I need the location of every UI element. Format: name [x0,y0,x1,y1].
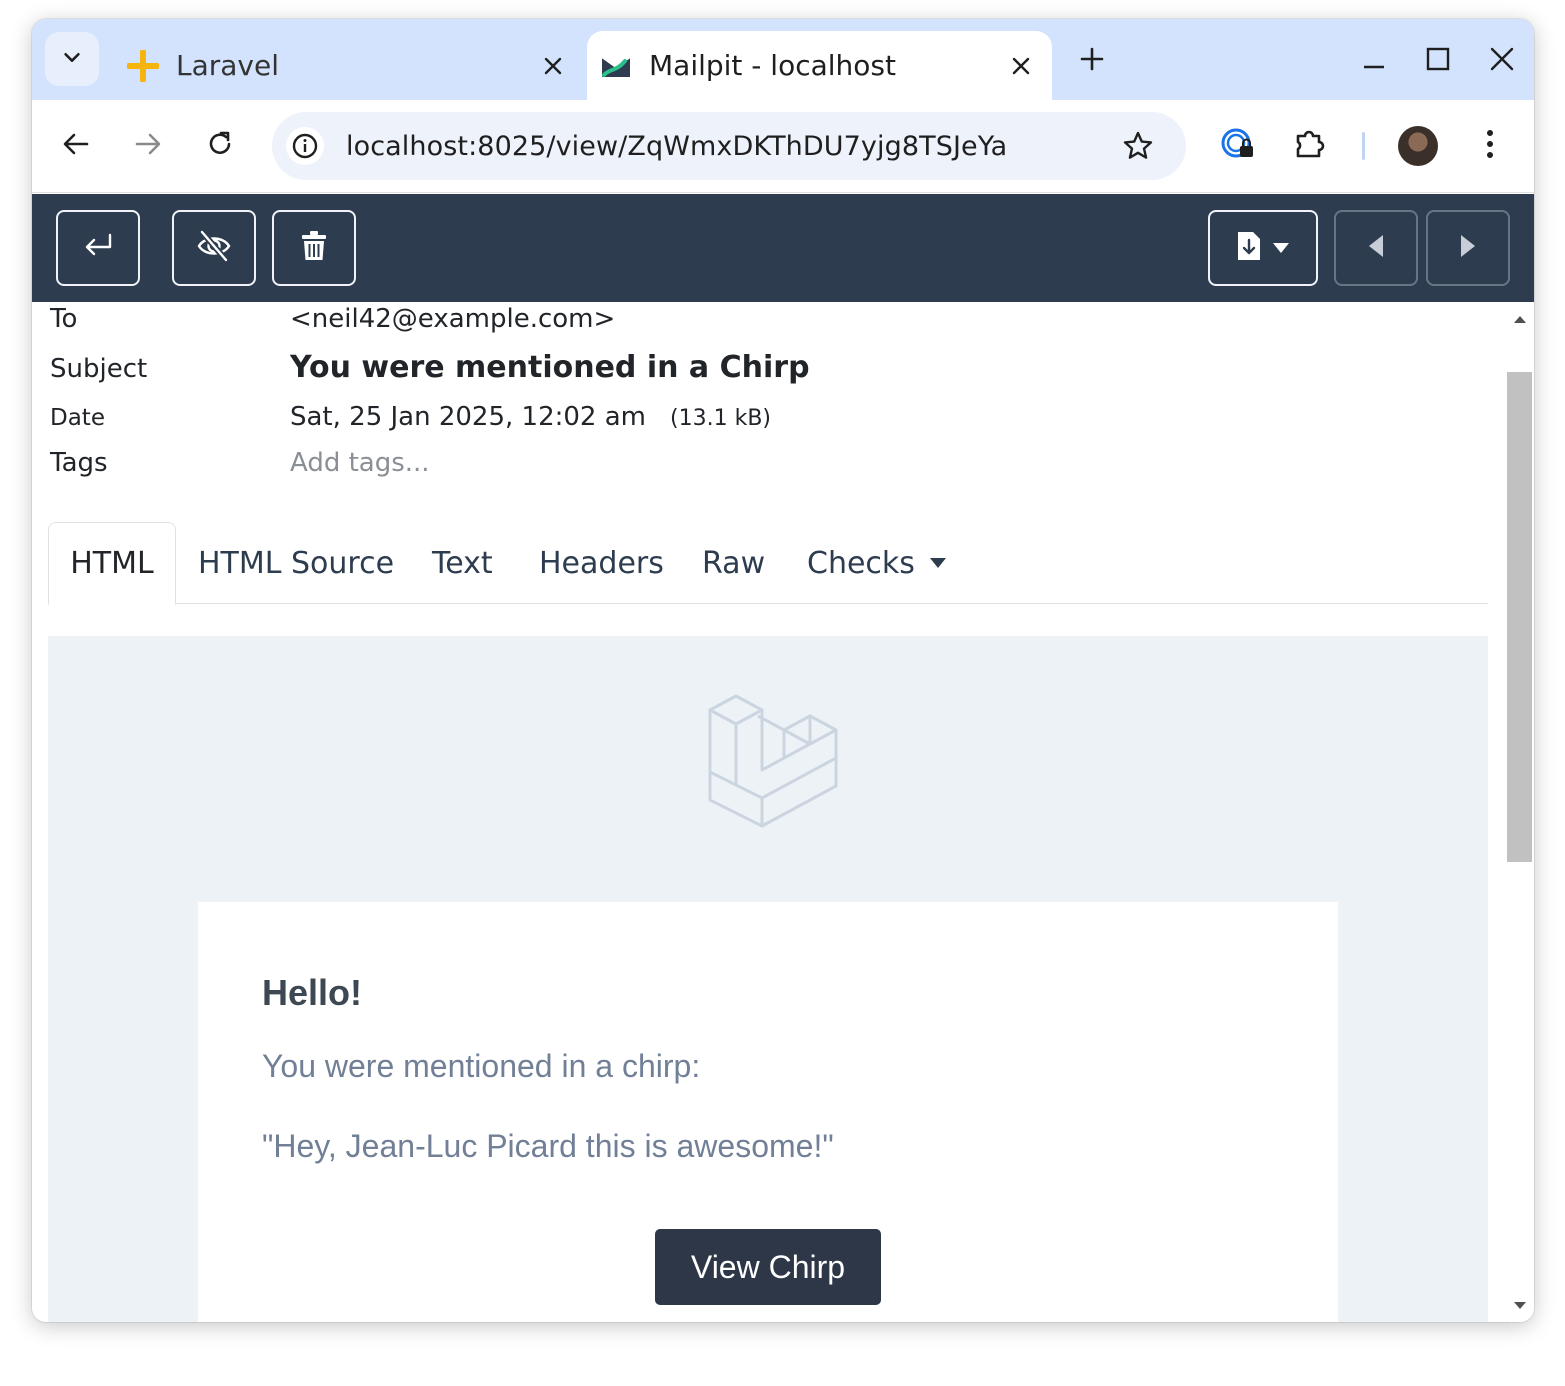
subject-label: Subject [50,354,148,384]
maximize-button[interactable] [1418,41,1458,81]
caret-down-icon [929,557,947,569]
profile-avatar[interactable] [1398,126,1438,166]
to-label: To [50,304,78,334]
arrow-right-icon [134,130,162,162]
tab-checks-label: Checks [807,545,915,581]
date-row: Date Sat, 25 Jan 2025, 12:02 am (13.1 kB… [50,402,1450,432]
more-vertical-icon [1485,128,1495,164]
subject-row: Subject You were mentioned in a Chirp [50,350,1450,385]
email-html-preview: Hello! You were mentioned in a chirp: "H… [48,636,1488,1322]
email-line-1: You were mentioned in a chirp: [262,1048,701,1084]
minimize-button[interactable] [1354,41,1394,81]
puzzle-icon [1293,127,1327,165]
forward-button[interactable] [128,126,168,166]
reload-icon [206,130,234,162]
message-view: To <neil42@example.com> Subject You were… [32,302,1505,1322]
caret-right-icon [1460,234,1476,262]
scrollbar-thumb[interactable] [1507,372,1532,862]
email-greeting: Hello! [262,972,363,1013]
caret-down-icon [1272,239,1290,258]
back-button[interactable] [56,126,96,166]
reload-button[interactable] [200,126,240,166]
mailpit-toolbar [32,194,1534,302]
tab-text[interactable]: Text [432,522,493,604]
tab-html-source[interactable]: HTML Source [198,522,394,604]
view-tabs: HTML HTML Source Text Headers Raw Checks [48,522,1488,605]
close-icon [1490,47,1514,75]
tab-search-button[interactable] [45,32,99,86]
previous-message-button[interactable] [1334,210,1418,286]
browser-toolbar: localhost:8025/view/ZqWmxDKThDU7yjg8TSJe… [32,100,1534,193]
password-manager-button[interactable] [1218,126,1258,166]
to-address[interactable]: <neil42@example.com> [290,304,615,334]
password-lock-icon [1220,126,1256,166]
browser-menu-button[interactable] [1470,126,1510,166]
email-card: Hello! You were mentioned in a chirp: "H… [198,902,1338,1322]
bookmark-star-icon[interactable] [1118,126,1158,166]
close-window-button[interactable] [1482,41,1522,81]
tab-mailpit[interactable]: Mailpit - localhost [587,31,1052,100]
mark-unread-button[interactable] [172,210,256,286]
view-chirp-button[interactable]: View Chirp [655,1229,881,1305]
toolbar-divider [1362,132,1365,160]
return-arrow-icon [81,229,115,267]
trash-icon [300,230,328,266]
laravel-logo-icon [708,694,840,832]
close-icon[interactable] [536,49,570,83]
tab-raw[interactable]: Raw [702,522,765,604]
tab-checks[interactable]: Checks [807,522,947,604]
tab-headers[interactable]: Headers [539,522,664,604]
minimize-icon [1362,47,1386,75]
tags-input[interactable]: Add tags... [290,448,430,478]
delete-button[interactable] [272,210,356,286]
arrow-left-icon [62,130,90,162]
back-to-inbox-button[interactable] [56,210,140,286]
tags-row: Tags Add tags... [50,448,1450,478]
tab-html[interactable]: HTML [48,522,176,605]
mailpit-icon [599,49,633,83]
maximize-icon [1426,47,1450,75]
download-dropdown-button[interactable] [1208,210,1318,286]
to-row: To <neil42@example.com> [50,304,1450,334]
site-info-icon[interactable] [286,127,324,165]
extensions-button[interactable] [1290,126,1330,166]
scroll-down-icon[interactable] [1511,1298,1529,1312]
scroll-up-icon[interactable] [1511,312,1529,326]
browser-window: Laravel Mailpit - localhost localhost:80… [32,19,1534,1322]
sparkle-icon [126,49,160,83]
email-line-2: "Hey, Jean-Luc Picard this is awesome!" [262,1128,834,1164]
tab-strip: Laravel Mailpit - localhost [32,19,1534,100]
date-value: Sat, 25 Jan 2025, 12:02 am [290,402,647,432]
date-label: Date [50,405,105,431]
file-download-icon [1236,229,1262,267]
next-message-button[interactable] [1426,210,1510,286]
subject-value: You were mentioned in a Chirp [290,350,810,385]
scrollbar[interactable] [1505,302,1534,1322]
plus-icon [1080,47,1104,75]
tags-label: Tags [50,448,108,478]
message-size: (13.1 kB) [670,406,771,431]
tab-laravel[interactable]: Laravel [114,31,584,100]
new-tab-button[interactable] [1072,41,1112,81]
chevron-down-icon [61,46,83,72]
close-icon[interactable] [1004,49,1038,83]
tab-title: Mailpit - localhost [649,49,896,82]
url-text[interactable]: localhost:8025/view/ZqWmxDKThDU7yjg8TSJe… [346,131,1118,162]
address-bar[interactable]: localhost:8025/view/ZqWmxDKThDU7yjg8TSJe… [272,112,1186,180]
caret-left-icon [1368,234,1384,262]
eye-slash-icon [196,228,232,268]
tab-title: Laravel [176,49,280,82]
